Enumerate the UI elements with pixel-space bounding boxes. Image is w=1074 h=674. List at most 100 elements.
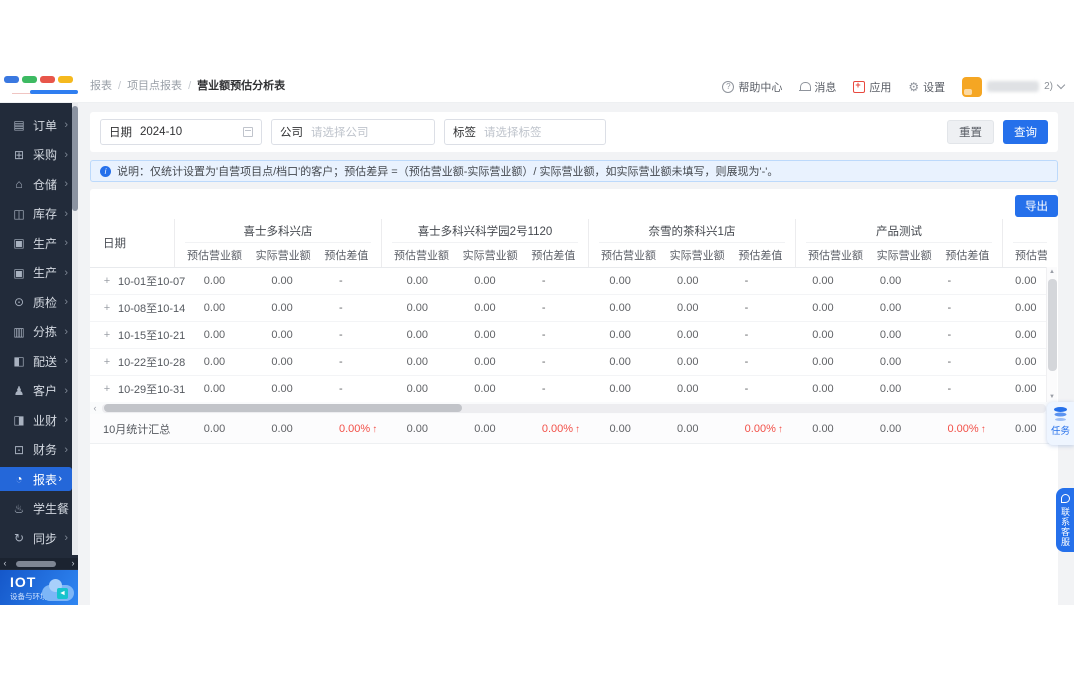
sidebar-item-warehouse[interactable]: ⌂ 仓储 › — [0, 172, 78, 196]
sidebar-item-delivery[interactable]: ◧ 配送 › — [0, 349, 78, 373]
scroll-right-icon[interactable]: › — [68, 558, 78, 569]
sidebar-vertical-scrollbar-thumb[interactable] — [72, 106, 78, 211]
iot-banner[interactable]: IOT 设备与环境 ◄ — [0, 570, 78, 605]
sidebar-item-orders[interactable]: ▤ 订单 › — [0, 113, 78, 137]
chevron-right-icon: › — [64, 148, 68, 161]
sidebar-item-label: 采购 — [33, 148, 58, 162]
company-placeholder: 请选择公司 — [311, 127, 369, 139]
sidebar-item-production-2[interactable]: ▣ 生产 › — [0, 261, 78, 285]
messages-label: 消息 — [814, 81, 837, 94]
sidebar-vertical-scrollbar[interactable] — [72, 103, 78, 555]
table-cell: 0.00 — [812, 275, 834, 287]
settings-button[interactable]: ⚙ 设置 — [908, 79, 945, 95]
column-subheader: 预估营业额 — [808, 250, 863, 262]
summary-row-inner: 10月统计汇总 0.00 0.00 0.00% ↑ 0.00 0.00 0.00% ↑ 0.00 0… — [90, 414, 1058, 443]
table-row: +10-01至10-07 0.00 0.00 - 0.00 0.00 - 0.00 0.00 - 0… — [90, 268, 1047, 295]
customer-service-float-button[interactable]: 联系客服 — [1056, 488, 1074, 552]
table-cell: 0.00 — [406, 356, 429, 368]
table-cell: - — [338, 275, 343, 287]
table-horizontal-scrollbar[interactable]: ‹ › — [90, 402, 1058, 414]
expand-row-icon[interactable]: + — [102, 275, 112, 287]
sidebar-horizontal-scrollbar[interactable]: ‹ › — [0, 558, 78, 569]
table-vertical-scrollbar[interactable]: ▲ ▼ — [1046, 267, 1057, 402]
sidebar-item-quality-check[interactable]: ⊙ 质检 › — [0, 290, 78, 314]
tag-label: 标签 — [453, 127, 476, 139]
hscroll-track[interactable] — [102, 403, 1046, 413]
company-select[interactable]: 公司 请选择公司 — [271, 119, 435, 145]
date-picker[interactable]: 日期 2024-10 — [100, 119, 262, 145]
expand-row-icon[interactable]: + — [102, 329, 112, 341]
query-button[interactable]: 查询 — [1003, 120, 1048, 144]
table-cell: - — [744, 275, 749, 287]
scroll-left-icon[interactable]: ‹ — [0, 558, 10, 569]
scroll-left-icon[interactable]: ‹ — [90, 402, 100, 414]
sidebar-item-production-1[interactable]: ▣ 生产 › — [0, 231, 78, 255]
report-icon: ◔ — [15, 472, 23, 486]
sidebar-item-business-finance[interactable]: ◨ 业财 › — [0, 408, 78, 432]
chevron-right-icon: › — [64, 325, 68, 338]
user-menu[interactable]: 2) — [962, 76, 1066, 97]
hscroll-thumb[interactable] — [104, 404, 462, 412]
breadcrumb-item[interactable]: 报表 — [90, 80, 112, 92]
settings-label: 设置 — [923, 81, 946, 94]
column-subheader: 预估差值 — [738, 250, 783, 262]
sidebar-item-sorting[interactable]: ▥ 分拣 › — [0, 320, 78, 344]
top-bar: 报表 / 项目点报表 / 营业额预估分析表 ? 帮助中心 消息 应用 ⚙ 设置 2) — [0, 70, 1074, 103]
summary-cell: 0.00 — [406, 423, 429, 435]
sidebar-item-finance[interactable]: ⊡ 财务 › — [0, 438, 78, 462]
sidebar-item-label: 配送 — [33, 354, 58, 369]
vscroll-thumb[interactable] — [1048, 279, 1057, 371]
sidebar-item-sync[interactable]: ↻ 同步 › — [0, 526, 78, 550]
apps-button[interactable]: 应用 — [853, 79, 891, 95]
export-button[interactable]: 导出 — [1015, 195, 1058, 217]
sidebar-item-label: 仓储 — [33, 177, 58, 192]
sidebar-item-student-meal[interactable]: ♨ 学生餐 — [0, 497, 78, 521]
table-cell-partial: 0.00 — [1015, 329, 1037, 341]
chevron-right-icon: › — [64, 237, 68, 249]
logo-swoosh — [30, 90, 78, 94]
sidebar-item-procurement[interactable]: ⊞ 采购 › — [0, 143, 78, 167]
sidebar-menu: ▤ 订单 › ⊞ 采购 › ⌂ 仓储 › ◫ 库存 › ▣ 生产 › ▣ 生产 › ⊙ 质检 › ▥ 分拣 › ◧ 配送 › ♟ 客户 ›… — [0, 113, 78, 556]
sidebar-hscroll-thumb[interactable] — [16, 560, 56, 567]
arrow-up-icon: ↑ — [575, 424, 581, 435]
table-header: 日期 喜士多科兴店 预估营业额 实际营业额 预估差值 喜士多科兴科学园2号1120 预估营业… — [90, 219, 1047, 268]
sidebar-item-customers[interactable]: ♟ 客户 › — [0, 379, 78, 403]
reset-button[interactable]: 重置 — [947, 120, 994, 144]
expand-row-icon[interactable]: + — [102, 383, 112, 395]
warehouse-icon: ⌂ — [15, 177, 23, 191]
logo-bar-yellow — [58, 76, 73, 83]
column-subheader: 预估营业额 — [394, 250, 449, 262]
calendar-icon — [243, 127, 253, 137]
column-subheader: 预估营业额 — [601, 250, 656, 262]
column-group-partial: 预估营业额 — [1002, 219, 1047, 267]
row-date-label: 10-22至10-28 — [118, 357, 186, 369]
notice-bar: i 说明：仅统计设置为'自营项目点/档口'的客户；预估差异 =（预估营业额-实际… — [90, 160, 1058, 182]
messages-button[interactable]: 消息 — [799, 79, 836, 95]
business-finance-icon: ◨ — [13, 413, 25, 427]
logo-bar-blue — [4, 76, 19, 83]
scroll-down-icon[interactable]: ▼ — [1047, 392, 1057, 402]
sidebar-hscroll-track — [10, 560, 68, 567]
sidebar-item-reports[interactable]: ◔ 报表 › — [0, 467, 72, 491]
breadcrumb-item[interactable]: 项目点报表 — [127, 80, 182, 92]
report-table-card: 导出 日期 喜士多科兴店 预估营业额 实际营业额 预估差值 喜士多科兴科学园2号1120 预… — [90, 189, 1058, 605]
tag-select[interactable]: 标签 请选择标签 — [444, 119, 606, 145]
scroll-up-icon[interactable]: ▲ — [1047, 267, 1057, 277]
help-center-button[interactable]: ? 帮助中心 — [722, 79, 782, 95]
column-group-title: 喜士多科兴科学园2号1120 — [392, 219, 578, 243]
column-header-date: 日期 — [103, 238, 126, 250]
summary-cell: 0.00 — [879, 423, 902, 435]
expand-row-icon[interactable]: + — [102, 302, 112, 314]
summary-percent-cell: 0.00% ↑ — [947, 423, 986, 435]
table-cell: - — [338, 329, 343, 341]
vscroll-track[interactable] — [1048, 277, 1057, 392]
task-float-button[interactable]: 任务 — [1047, 402, 1074, 445]
table-cell: 0.00 — [677, 356, 699, 368]
sidebar-item-inventory[interactable]: ◫ 库存 › — [0, 202, 78, 226]
expand-row-icon[interactable]: + — [102, 356, 112, 368]
column-subheader: 实际营业额 — [669, 250, 725, 262]
table-cell: 0.00 — [812, 383, 834, 395]
table-cell: 0.00 — [812, 356, 834, 368]
column-subheaders: 预估营业额 实际营业额 预估差值 — [175, 243, 381, 267]
chevron-right-icon: › — [64, 296, 68, 308]
